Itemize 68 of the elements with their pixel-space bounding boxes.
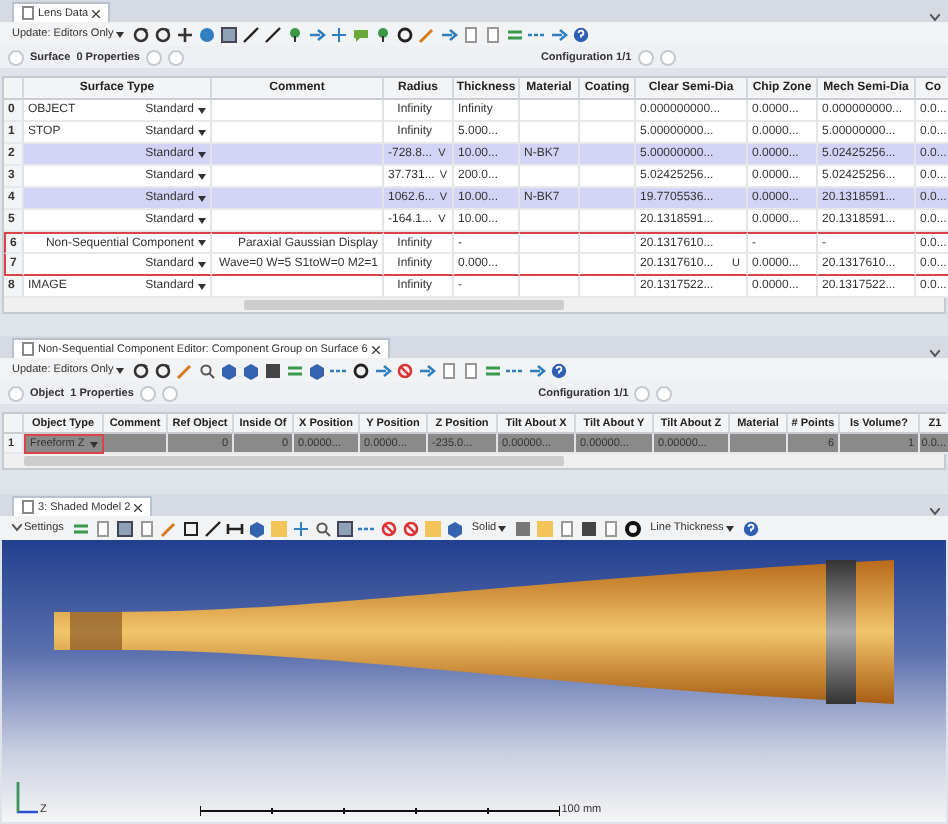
no-entry-icon[interactable] (401, 519, 420, 537)
table-cell (580, 254, 636, 276)
chevron-down-icon[interactable] (12, 524, 22, 532)
arrow-icon[interactable] (439, 25, 458, 43)
search-icon[interactable] (313, 519, 332, 537)
line-icon[interactable] (263, 25, 282, 43)
pin-icon[interactable] (373, 25, 392, 43)
caret-icon (198, 261, 206, 267)
line-icon[interactable] (241, 25, 260, 43)
caret-icon (498, 525, 507, 531)
arrow-icon[interactable] (307, 25, 326, 43)
close-icon[interactable] (371, 345, 380, 353)
arrow-icon[interactable] (417, 361, 436, 379)
chevron-down-icon[interactable] (930, 14, 940, 22)
no-entry-icon[interactable] (395, 361, 414, 379)
arrow-icon[interactable] (549, 25, 568, 43)
table-cell (580, 232, 636, 254)
caret-icon (115, 31, 124, 37)
axis-triad-icon (14, 780, 38, 816)
caret-icon (198, 217, 206, 223)
table-cell (580, 276, 636, 298)
horizontal-scrollbar[interactable] (4, 298, 944, 312)
arrow-icon[interactable] (527, 361, 546, 379)
table-cell (580, 188, 636, 210)
table-cell (580, 144, 636, 166)
caret-icon (198, 151, 206, 157)
ring-icon[interactable] (351, 361, 370, 379)
plus-icon[interactable] (175, 25, 194, 43)
table-cell (520, 100, 580, 122)
close-icon[interactable] (134, 503, 143, 511)
table-cell (520, 276, 580, 298)
caret-icon (198, 283, 206, 289)
table-cell (730, 434, 788, 454)
caret-icon (198, 107, 206, 113)
table-cell (520, 232, 580, 254)
help-icon[interactable] (571, 25, 590, 43)
table-cell (520, 254, 580, 276)
caret-icon (198, 195, 206, 201)
table-cell (520, 122, 580, 144)
caret-icon (90, 441, 98, 447)
document-icon (22, 6, 34, 20)
caret-icon (198, 173, 206, 179)
chevron-down-icon[interactable] (930, 508, 940, 516)
line-icon[interactable] (203, 519, 222, 537)
table-cell (580, 166, 636, 188)
pin-icon[interactable] (285, 25, 304, 43)
table-cell (580, 122, 636, 144)
table-cell (520, 210, 580, 232)
document-icon (22, 342, 34, 356)
caret-icon (725, 525, 734, 531)
table-cell (520, 166, 580, 188)
close-icon[interactable] (92, 9, 101, 17)
help-icon[interactable] (741, 519, 760, 537)
no-entry-icon[interactable] (379, 519, 398, 537)
caret-icon (198, 129, 206, 135)
help-icon[interactable] (549, 361, 568, 379)
table-cell (580, 210, 636, 232)
table-cell (580, 100, 636, 122)
search-icon[interactable] (197, 361, 216, 379)
caret-icon (198, 240, 206, 246)
ring-icon[interactable] (395, 25, 414, 43)
horizontal-scrollbar[interactable] (4, 454, 944, 468)
caret-icon (115, 367, 124, 373)
chevron-down-icon[interactable] (930, 350, 940, 358)
dimension-icon[interactable] (225, 519, 244, 537)
square-icon[interactable] (181, 519, 200, 537)
document-icon (22, 500, 34, 514)
arrow-icon[interactable] (373, 361, 392, 379)
